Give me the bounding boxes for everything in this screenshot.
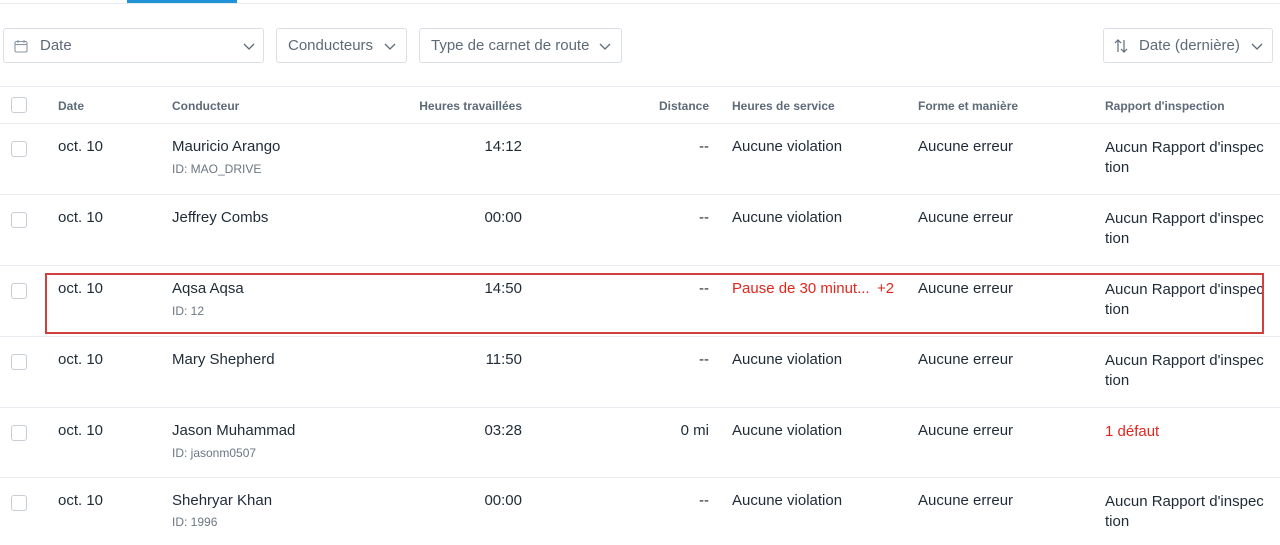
table-row[interactable]: oct. 10 Jeffrey Combs 00:00 -- Aucune vi…: [0, 195, 1280, 266]
hours-worked: 14:50: [484, 280, 522, 297]
log-type-filter-dropdown[interactable]: Type de carnet de route: [419, 28, 622, 63]
date-filter-label: Date: [40, 37, 72, 54]
chevron-down-icon: [598, 39, 612, 53]
inspection-status: Aucun Rapport d'inspection: [1105, 493, 1264, 530]
row-checkbox[interactable]: [11, 283, 27, 299]
header-distance[interactable]: Distance: [659, 99, 709, 113]
distance: 0 mi: [680, 422, 709, 439]
table-row[interactable]: oct. 10 Aqsa Aqsa ID: 12 14:50 -- Pause …: [0, 266, 1280, 337]
distance: --: [699, 492, 709, 509]
sort-dropdown[interactable]: Date (dernière): [1103, 28, 1273, 63]
inspection-status: Aucun Rapport d'inspection: [1105, 139, 1264, 176]
inspection-status: Aucun Rapport d'inspection: [1105, 210, 1264, 247]
hos-status: Aucune violation: [732, 138, 843, 155]
row-checkbox[interactable]: [11, 212, 27, 228]
driver-id: ID: 1996: [172, 515, 218, 529]
hos-violation[interactable]: Pause de 30 minut...: [732, 280, 870, 297]
driver-name-link[interactable]: Jeffrey Combs: [172, 209, 268, 226]
table-row[interactable]: oct. 10 Jason Muhammad ID: jasonm0507 03…: [0, 408, 1280, 478]
row-checkbox[interactable]: [11, 141, 27, 157]
hours-worked: 11:50: [485, 351, 522, 368]
row-date: oct. 10: [58, 492, 104, 509]
header-hos[interactable]: Heures de service: [732, 99, 835, 113]
sort-arrows-icon: [1113, 38, 1129, 54]
header-hours-worked[interactable]: Heures travaillées: [419, 99, 522, 113]
distance: --: [699, 351, 709, 368]
form-status: Aucune erreur: [918, 492, 1014, 509]
hos-status: Aucune violation: [732, 351, 843, 368]
tab-strip: [0, 0, 1280, 4]
hours-worked: 00:00: [484, 209, 522, 226]
driver-name-link[interactable]: Shehryar Khan: [172, 492, 272, 509]
hos-status: Aucune violation: [732, 492, 843, 509]
row-date: oct. 10: [58, 351, 104, 368]
inspection-defect-link[interactable]: 1 défaut: [1105, 422, 1265, 442]
chevron-down-icon: [383, 39, 397, 53]
inspection-status: Aucun Rapport d'inspection: [1105, 352, 1264, 389]
hos-more-violations-badge[interactable]: +2: [877, 280, 894, 297]
table-header: Date Conducteur Heures travaillées Dista…: [0, 86, 1280, 124]
date-filter-dropdown[interactable]: Date: [3, 28, 264, 63]
form-status: Aucune erreur: [918, 138, 1014, 155]
driver-name-link[interactable]: Mary Shepherd: [172, 351, 275, 368]
distance: --: [699, 280, 709, 297]
inspection-status: Aucun Rapport d'inspection: [1105, 281, 1264, 318]
log-type-filter-label: Type de carnet de route: [431, 37, 590, 54]
drivers-filter-label: Conducteurs: [288, 37, 374, 54]
row-checkbox[interactable]: [11, 354, 27, 370]
form-status: Aucune erreur: [918, 209, 1014, 226]
driver-name-link[interactable]: Aqsa Aqsa: [172, 280, 244, 297]
hos-status: Aucune violation: [732, 209, 843, 226]
row-date: oct. 10: [58, 280, 104, 297]
table-row[interactable]: oct. 10 Shehryar Khan ID: 1996 00:00 -- …: [0, 478, 1280, 545]
chevron-down-icon: [1250, 39, 1264, 53]
header-inspection[interactable]: Rapport d'inspection: [1105, 99, 1225, 113]
hos-status: Aucune violation: [732, 422, 843, 439]
hours-worked: 00:00: [484, 492, 522, 509]
drivers-filter-dropdown[interactable]: Conducteurs: [276, 28, 407, 63]
table-row[interactable]: oct. 10 Mauricio Arango ID: MAO_DRIVE 14…: [0, 124, 1280, 195]
driver-id: ID: MAO_DRIVE: [172, 162, 262, 176]
select-all-checkbox[interactable]: [11, 97, 27, 113]
driver-id: ID: 12: [172, 304, 205, 318]
row-date: oct. 10: [58, 422, 104, 439]
row-checkbox[interactable]: [11, 425, 27, 441]
row-checkbox[interactable]: [11, 495, 27, 511]
active-tab-indicator: [127, 0, 237, 3]
form-status: Aucune erreur: [918, 422, 1014, 439]
table-row[interactable]: oct. 10 Mary Shepherd 11:50 -- Aucune vi…: [0, 337, 1280, 408]
hours-worked: 03:28: [484, 422, 522, 439]
sort-label: Date (dernière): [1139, 37, 1240, 54]
driver-name-link[interactable]: Mauricio Arango: [172, 138, 280, 155]
driver-name-link[interactable]: Jason Muhammad: [172, 422, 295, 439]
distance: --: [699, 138, 709, 155]
chevron-down-icon: [242, 39, 256, 53]
hours-worked: 14:12: [484, 138, 522, 155]
driver-id: ID: jasonm0507: [172, 446, 257, 460]
distance: --: [699, 209, 709, 226]
form-status: Aucune erreur: [918, 351, 1014, 368]
header-date[interactable]: Date: [58, 99, 84, 113]
header-form[interactable]: Forme et manière: [918, 99, 1018, 113]
form-status: Aucune erreur: [918, 280, 1014, 297]
header-driver[interactable]: Conducteur: [172, 99, 239, 113]
row-date: oct. 10: [58, 138, 104, 155]
calendar-icon: [14, 39, 28, 53]
row-date: oct. 10: [58, 209, 104, 226]
